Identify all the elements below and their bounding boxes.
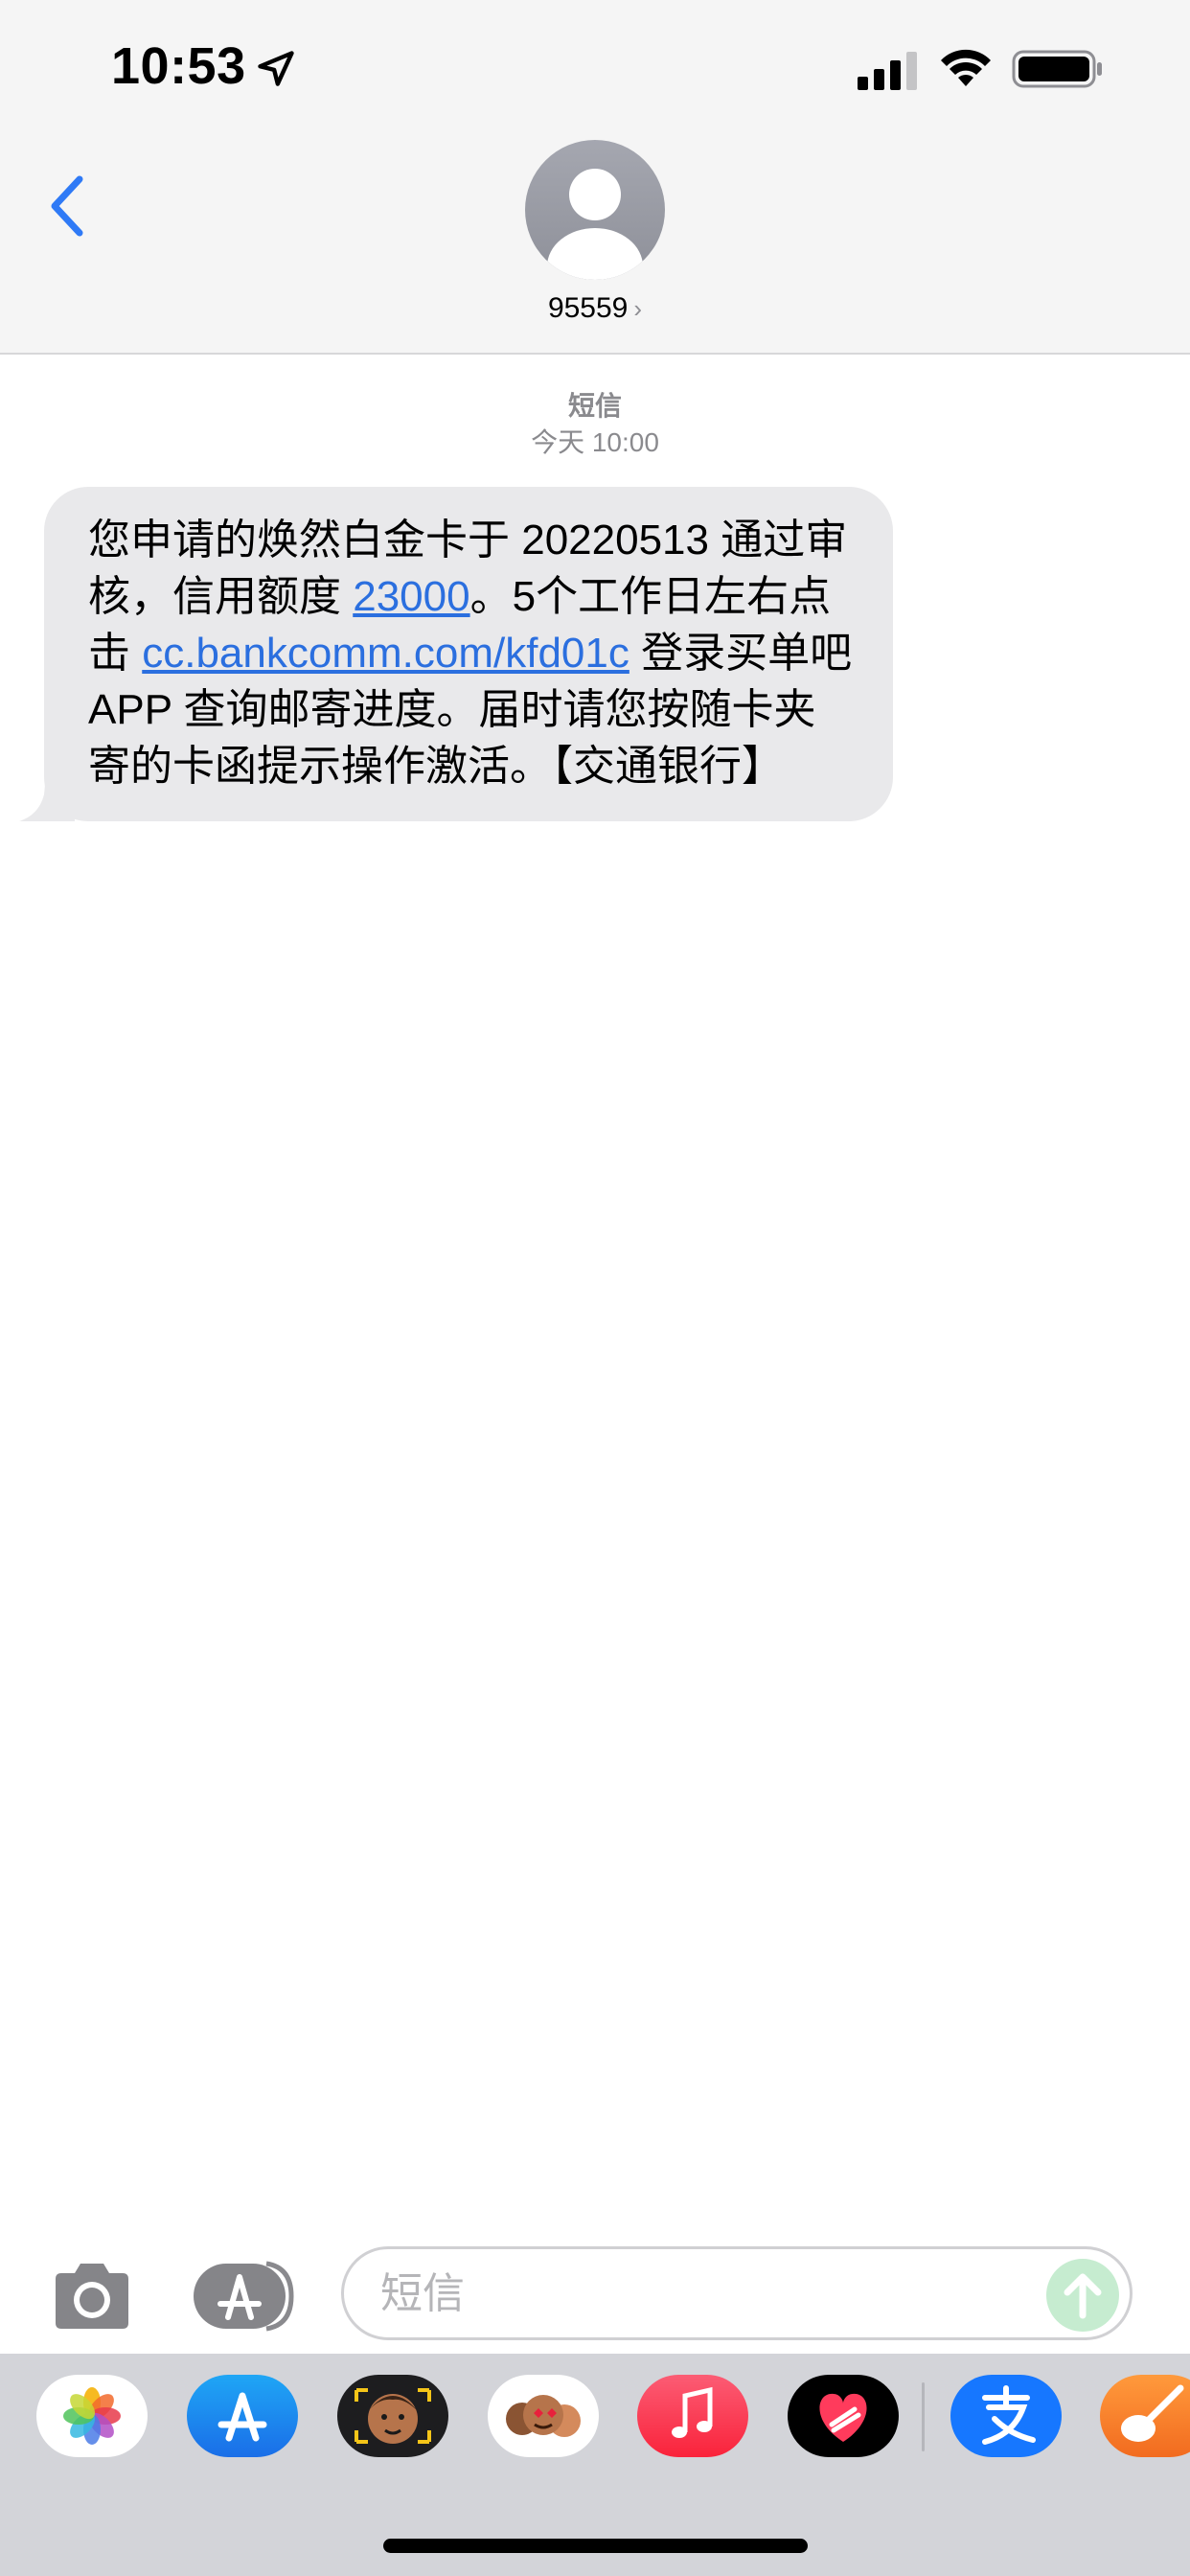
back-button[interactable] [29, 163, 105, 249]
app-store-drawer-button[interactable] [192, 2260, 299, 2333]
cellular-signal-icon [858, 52, 917, 90]
music-app-icon[interactable] [637, 2375, 748, 2457]
person-silhouette-icon [547, 169, 643, 280]
app-store-app-icon[interactable] [187, 2375, 298, 2457]
message-timestamp: 今天 10:00 [531, 427, 659, 457]
camera-icon [56, 2264, 128, 2329]
wifi-icon [941, 49, 991, 86]
alipay-app-icon[interactable] [950, 2375, 1062, 2457]
message-bubble[interactable]: 您申请的焕然白金卡于 20220513 通过审核，信用额度 23000。5个工作… [44, 487, 893, 821]
app-store-icon [194, 2261, 294, 2332]
credit-amount-link[interactable]: 23000 [353, 573, 469, 620]
conversation-header: 10:53 95559 › [0, 0, 1190, 355]
battery-icon [1012, 50, 1102, 88]
home-indicator[interactable] [383, 2539, 808, 2553]
memoji-app-icon[interactable] [337, 2375, 448, 2457]
contact-name: 95559 [547, 292, 629, 324]
chevron-right-icon: › [633, 294, 643, 323]
location-arrow-icon [258, 51, 294, 86]
message-input[interactable] [378, 2249, 1005, 2339]
drawer-divider [922, 2382, 925, 2451]
arrow-up-icon [1064, 2273, 1102, 2319]
send-button[interactable] [1046, 2259, 1119, 2332]
memoji-stickers-app-icon[interactable] [488, 2375, 599, 2457]
bank-url-link[interactable]: cc.bankcomm.com/kfd01c [142, 630, 629, 677]
incoming-message: 您申请的焕然白金卡于 20220513 通过审核，信用额度 23000。5个工作… [19, 487, 893, 821]
garageband-app-icon[interactable] [1100, 2375, 1190, 2457]
message-input-field[interactable] [341, 2246, 1133, 2340]
camera-button[interactable] [48, 2258, 136, 2334]
photos-app-icon[interactable] [36, 2375, 148, 2457]
contact-name-button[interactable]: 95559 › [0, 288, 1190, 330]
message-type-label: 短信 [567, 391, 622, 421]
chevron-left-icon [51, 175, 83, 237]
digital-touch-app-icon[interactable] [788, 2375, 899, 2457]
status-time: 10:53 [111, 37, 246, 95]
contact-avatar[interactable] [525, 140, 665, 280]
